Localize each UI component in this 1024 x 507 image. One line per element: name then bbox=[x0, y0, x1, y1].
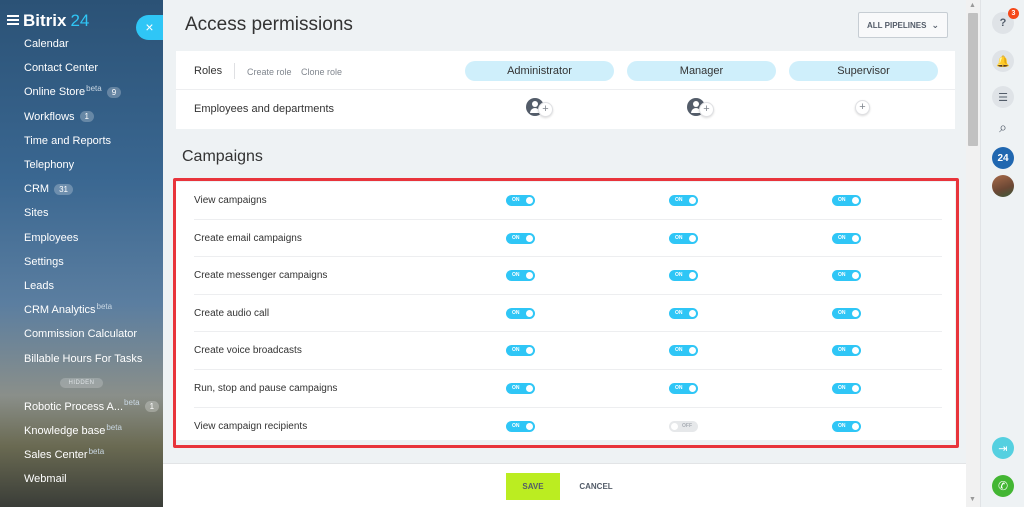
bitrix24-icon[interactable]: 24 bbox=[992, 147, 1014, 169]
bell-icon[interactable]: 🔔 bbox=[992, 50, 1014, 72]
beta-tag: beta bbox=[86, 83, 102, 93]
employees-departments-label: Employees and departments bbox=[194, 103, 335, 115]
sidebar-item-label: CRM Analytics bbox=[24, 304, 96, 317]
sidebar-hidden-separator[interactable]: HIDDEN bbox=[0, 371, 163, 395]
sidebar-item[interactable]: Telephony bbox=[0, 153, 163, 177]
sidebar-item-label: Leads bbox=[24, 279, 54, 292]
clone-role-link[interactable]: Clone role bbox=[301, 67, 342, 77]
role-manager[interactable]: Manager bbox=[627, 61, 776, 81]
phone-icon[interactable]: ✆ bbox=[992, 475, 1014, 497]
sidebar-item-label: Employees bbox=[24, 231, 79, 244]
page-scrollbar[interactable]: ▲ ▼ bbox=[966, 0, 980, 507]
user-avatar[interactable] bbox=[992, 175, 1014, 197]
sidebar-item-label: Commission Calculator bbox=[24, 328, 138, 341]
sidebar-item-label: Webmail bbox=[24, 473, 67, 486]
sidebar-item[interactable]: Knowledge base beta bbox=[0, 419, 163, 443]
supervisor-members: + bbox=[855, 98, 885, 118]
sidebar-item[interactable]: Online Store beta 9 bbox=[0, 80, 163, 104]
sidebar-item-label: Online Store bbox=[24, 86, 86, 99]
sidebar-item[interactable]: CRM Analytics beta bbox=[0, 298, 163, 322]
sidebar-item-label: CRM bbox=[24, 183, 50, 196]
beta-tag: beta bbox=[96, 301, 113, 311]
campaigns-section-title: Campaigns bbox=[182, 148, 263, 165]
sidebar-item-label: Sales Center bbox=[24, 449, 88, 462]
sidebar-item[interactable]: Workflows 1 bbox=[0, 105, 163, 129]
save-button[interactable]: SAVE bbox=[506, 473, 560, 500]
sidebar-item-label: Workflows bbox=[24, 110, 75, 123]
sidebar-item[interactable]: Webmail bbox=[0, 467, 163, 491]
roles-row: Roles Create role Clone role Administrat… bbox=[176, 51, 955, 90]
sidebar-item-label: Knowledge base bbox=[24, 425, 106, 438]
sidebar-item[interactable]: Contact Center bbox=[0, 56, 163, 80]
count-badge: 1 bbox=[79, 111, 94, 123]
administrator-members: + bbox=[526, 98, 556, 118]
role-administrator[interactable]: Administrator bbox=[465, 61, 614, 81]
highlight-frame bbox=[173, 178, 959, 448]
sidebar-item[interactable]: Billable Hours For Tasks bbox=[0, 346, 163, 370]
sidebar-item[interactable]: Leads bbox=[0, 274, 163, 298]
sidebar-menu: Calendar Contact Center Online Store beta 9 W… bbox=[0, 32, 163, 492]
create-role-link[interactable]: Create role bbox=[247, 67, 292, 77]
help-icon[interactable]: ? 3 bbox=[992, 8, 1019, 34]
sidebar-item-label: Settings bbox=[24, 255, 64, 268]
sidebar-item-label: Calendar bbox=[24, 38, 69, 51]
beta-tag: beta bbox=[124, 398, 140, 408]
all-pipelines-dropdown[interactable]: ALL PIPELINES ⌄ bbox=[858, 12, 948, 38]
sidebar-item-label: Robotic Process A... bbox=[24, 400, 124, 413]
count-badge: 9 bbox=[106, 86, 122, 98]
search-icon[interactable]: ⌕ bbox=[992, 116, 1014, 138]
sidebar-item-label: Billable Hours For Tasks bbox=[24, 352, 143, 365]
scroll-thumb[interactable] bbox=[968, 13, 978, 146]
right-panel: ? 3 🔔 ☰ ⌕ 24 ⇥ ✆ bbox=[980, 0, 1024, 507]
sidebar-item[interactable]: Calendar bbox=[0, 32, 163, 56]
sidebar-item[interactable]: Sites bbox=[0, 201, 163, 225]
sidebar-item[interactable]: Settings bbox=[0, 250, 163, 274]
add-member-icon[interactable]: + bbox=[855, 100, 870, 115]
sidebar-item[interactable]: Commission Calculator bbox=[0, 322, 163, 346]
footer-bar: SAVE CANCEL bbox=[163, 463, 966, 507]
main-content: Access permissions ALL PIPELINES ⌄ Roles… bbox=[163, 0, 966, 507]
scroll-down-arrow-icon[interactable]: ▼ bbox=[969, 496, 976, 503]
sidebar-item-label: Time and Reports bbox=[24, 134, 112, 147]
logo[interactable]: Bitrix 24 bbox=[23, 11, 89, 31]
count-badge: 31 bbox=[54, 183, 73, 195]
role-supervisor[interactable]: Supervisor bbox=[789, 61, 938, 81]
manager-members: + bbox=[687, 98, 717, 118]
sidebar-item-label: Telephony bbox=[24, 159, 75, 172]
sidebar-item[interactable]: Robotic Process A... beta 1 bbox=[0, 395, 163, 419]
roles-label: Roles bbox=[194, 65, 223, 77]
sidebar: Bitrix 24 × Calendar Contact Center Online … bbox=[0, 0, 163, 507]
add-member-icon[interactable]: + bbox=[538, 102, 553, 117]
add-member-icon[interactable]: + bbox=[699, 102, 714, 117]
beta-tag: beta bbox=[88, 446, 105, 456]
scroll-up-arrow-icon[interactable]: ▲ bbox=[969, 2, 976, 9]
count-badge: 1 bbox=[144, 401, 160, 413]
sidebar-item-label: Sites bbox=[24, 207, 49, 220]
cancel-button[interactable]: CANCEL bbox=[571, 473, 621, 500]
menu-burger-icon[interactable] bbox=[7, 15, 19, 25]
sidebar-item-label: Contact Center bbox=[24, 62, 98, 75]
sidebar-item[interactable]: Employees bbox=[0, 226, 163, 250]
help-badge: 3 bbox=[1008, 8, 1019, 19]
sidebar-item[interactable]: Time and Reports bbox=[0, 129, 163, 153]
exit-icon[interactable]: ⇥ bbox=[992, 437, 1014, 459]
chevron-down-icon: ⌄ bbox=[931, 19, 939, 30]
help-glyph: ? bbox=[999, 17, 1007, 29]
sidebar-item[interactable]: CRM 31 bbox=[0, 177, 163, 201]
chat-icon[interactable]: ☰ bbox=[992, 86, 1014, 108]
all-pipelines-label: ALL PIPELINES bbox=[867, 20, 927, 30]
roles-card: Roles Create role Clone role Administrat… bbox=[176, 51, 955, 129]
hidden-label: HIDDEN bbox=[60, 377, 103, 388]
sidebar-item[interactable]: Sales Center beta bbox=[0, 443, 163, 467]
page-title: Access permissions bbox=[185, 14, 353, 35]
beta-tag: beta bbox=[106, 422, 122, 432]
roles-divider bbox=[234, 63, 235, 79]
